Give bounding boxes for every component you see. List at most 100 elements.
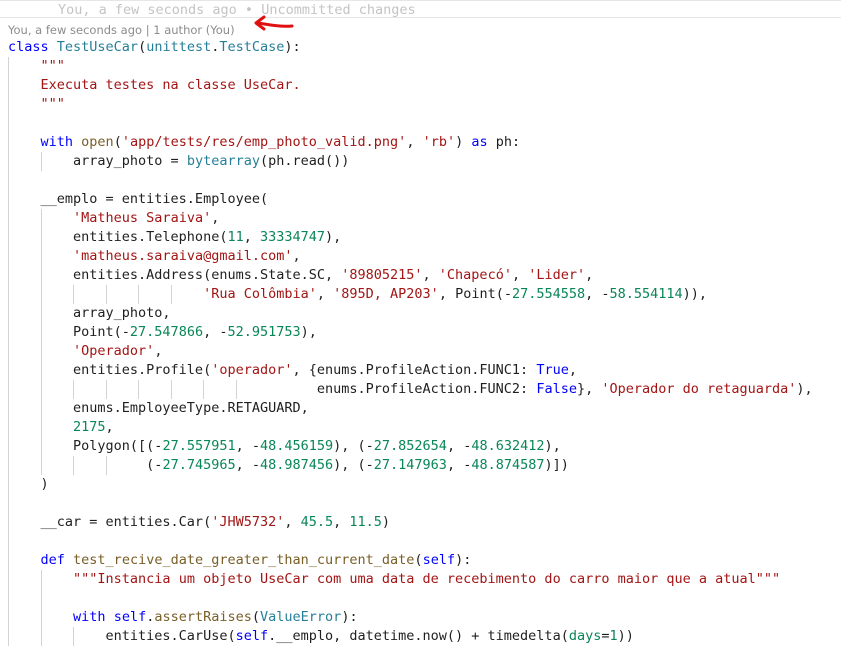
indent-guide (105, 380, 107, 399)
code-line[interactable]: entities.Telephone(11, 33334747), (8, 228, 841, 247)
code-token: }, (576, 381, 602, 397)
indent-guide (40, 399, 42, 418)
code-editor[interactable]: You, a few seconds ago • Uncommitted cha… (0, 0, 841, 666)
code-token: 'rb' (422, 134, 456, 150)
code-token: __emplo = entities.Employee( (8, 191, 269, 207)
indent-guide (8, 323, 9, 342)
indent-guide (235, 380, 237, 399)
code-line[interactable]: entities.Profile('operador', {enums.Prof… (8, 361, 841, 380)
indent-guide (40, 589, 42, 608)
indent-guide (40, 209, 42, 228)
indent-guide (40, 323, 42, 342)
code-token: 1 (609, 628, 618, 644)
code-line[interactable]: entities.CarUse(self.__emplo, datetime.n… (8, 627, 841, 646)
code-token: open (81, 134, 114, 150)
code-line[interactable]: array_photo = bytearray(ph.read()) (8, 152, 841, 171)
code-line[interactable]: class TestUseCar(unittest.TestCase): (8, 38, 841, 57)
indent-guide (8, 285, 9, 304)
code-token: , (511, 267, 529, 283)
code-area[interactable]: class TestUseCar(unittest.TestCase): """… (8, 38, 841, 646)
code-token: ): (284, 39, 301, 55)
code-token: array_photo, (8, 305, 171, 321)
code-token: enums.ProfileAction.FUNC2: (8, 381, 537, 397)
code-token: , (333, 514, 350, 530)
code-line[interactable]: (-27.745965, -48.987456), (-27.147963, -… (8, 456, 841, 475)
indent-guide (8, 532, 9, 551)
indent-guide (8, 627, 9, 646)
code-line[interactable]: entities.Address(enums.State.SC, '898052… (8, 266, 841, 285)
code-line[interactable] (8, 532, 841, 551)
code-line[interactable]: 'matheus.saraiva@gmail.com', (8, 247, 841, 266)
indent-guide (8, 399, 9, 418)
indent-guide (8, 570, 9, 589)
code-line[interactable]: Point(-27.547866, -52.951753), (8, 323, 841, 342)
code-line[interactable] (8, 114, 841, 133)
code-token: 45.5 (300, 514, 334, 530)
code-line[interactable]: Executa testes na classe UseCar. (8, 76, 841, 95)
code-token: Executa testes na classe UseCar. (40, 77, 301, 93)
code-token: enums.EmployeeType.RETAGUARD, (8, 400, 309, 416)
indent-guide (8, 190, 9, 209)
code-line[interactable]: ) (8, 475, 841, 494)
indent-guide (40, 285, 42, 304)
code-token: , (585, 267, 594, 283)
code-token: 48.632412 (471, 438, 545, 454)
code-token: '89805215' (341, 267, 423, 283)
code-line[interactable] (8, 494, 841, 513)
code-line[interactable]: __car = entities.Car('JHW5732', 45.5, 11… (8, 513, 841, 532)
codelens-blame[interactable]: You, a few seconds ago | 1 author (You) (8, 22, 235, 38)
code-token: , (284, 514, 301, 530)
code-line[interactable] (8, 589, 841, 608)
code-line[interactable] (8, 171, 841, 190)
code-line[interactable]: 'Rua Colômbia', '895D, AP203', Point(-27… (8, 285, 841, 304)
code-line[interactable]: enums.ProfileAction.FUNC2: False}, 'Oper… (8, 380, 841, 399)
red-arrow-icon (254, 15, 294, 31)
code-token: 11 (227, 229, 244, 245)
code-line[interactable]: array_photo, (8, 304, 841, 323)
code-line[interactable]: with self.assertRaises(ValueError): (8, 608, 841, 627)
indent-guide (40, 247, 42, 266)
code-token: days (568, 628, 602, 644)
code-token: with (73, 609, 106, 625)
code-line[interactable]: 2175, (8, 418, 841, 437)
code-line[interactable]: enums.EmployeeType.RETAGUARD, (8, 399, 841, 418)
code-line[interactable]: 'Matheus Saraiva', (8, 209, 841, 228)
code-token: ValueError (260, 609, 342, 625)
code-token: 48.456159 (259, 438, 334, 454)
code-token: , (316, 286, 334, 302)
indent-guide (138, 380, 140, 399)
indent-guide (40, 456, 42, 475)
code-token: 27.547866 (129, 324, 204, 340)
indent-guide (8, 494, 9, 513)
indent-guide (8, 209, 9, 228)
code-token: ), (325, 229, 342, 245)
code-token: , (243, 229, 260, 245)
code-line[interactable]: __emplo = entities.Employee( (8, 190, 841, 209)
code-token: , (292, 248, 301, 264)
code-line[interactable]: """Instancia um objeto UseCar com uma da… (8, 570, 841, 589)
code-token: 58.554114 (609, 286, 683, 302)
code-line[interactable]: """ (8, 95, 841, 114)
indent-guide (40, 418, 42, 437)
indent-guide (8, 513, 9, 532)
code-line[interactable]: Polygon([(-27.557951, -48.456159), (-27.… (8, 437, 841, 456)
code-token: ), (- (333, 438, 374, 454)
code-token: 'Operador do retaguarda' (601, 381, 797, 397)
code-token: 'app/tests/res/emp_photo_valid.png' (121, 134, 407, 150)
code-token: entities.CarUse( (8, 628, 236, 644)
indent-guide (8, 456, 9, 475)
code-line[interactable]: 'Operador', (8, 342, 841, 361)
indent-guide (8, 133, 9, 152)
code-token: , (422, 267, 439, 283)
code-token: self (235, 628, 269, 644)
code-token: assertRaises (154, 609, 252, 625)
code-token: )]) (544, 457, 569, 473)
code-line[interactable]: def test_recive_date_greater_than_curren… (8, 551, 841, 570)
code-line[interactable]: """ (8, 57, 841, 76)
code-token: 'Rua Colômbia' (203, 286, 317, 302)
indent-guide (40, 608, 42, 627)
code-token: , - (235, 457, 260, 473)
code-line[interactable]: with open('app/tests/res/emp_photo_valid… (8, 133, 841, 152)
